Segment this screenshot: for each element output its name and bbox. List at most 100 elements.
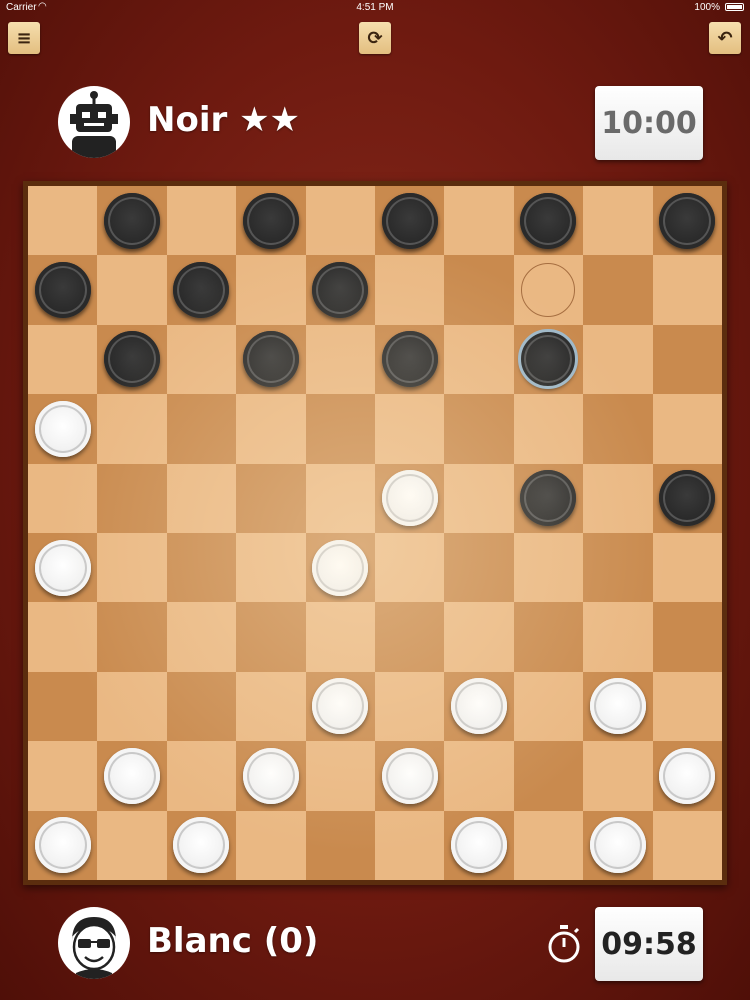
white-piece[interactable] (34, 817, 91, 874)
board-square[interactable] (375, 533, 445, 603)
board-square[interactable] (583, 533, 653, 603)
white-piece[interactable] (173, 817, 230, 874)
board-square[interactable] (236, 463, 306, 533)
board-square[interactable] (444, 394, 514, 464)
board-square[interactable] (166, 324, 237, 395)
board-square[interactable] (97, 602, 167, 672)
board-square[interactable] (166, 671, 237, 742)
board-square[interactable] (28, 463, 98, 533)
board-square[interactable] (236, 741, 306, 811)
white-piece[interactable] (104, 747, 161, 804)
board-square[interactable] (305, 255, 375, 325)
board-square[interactable] (444, 255, 514, 325)
white-piece[interactable] (589, 678, 646, 735)
black-piece[interactable] (520, 192, 577, 249)
board-square[interactable] (444, 602, 514, 672)
board-square[interactable] (513, 255, 584, 325)
board-square[interactable] (97, 324, 167, 395)
board-square[interactable] (375, 463, 445, 533)
white-piece[interactable] (451, 678, 508, 735)
board-square[interactable] (652, 741, 722, 811)
board-square[interactable] (652, 394, 722, 464)
board-square[interactable] (513, 324, 584, 395)
board-square[interactable] (28, 533, 98, 603)
black-piece[interactable] (34, 262, 91, 319)
black-piece[interactable] (173, 262, 230, 319)
board-square[interactable] (28, 741, 98, 811)
board-square[interactable] (97, 741, 167, 811)
white-piece[interactable] (312, 678, 369, 735)
board-square[interactable] (166, 394, 237, 464)
board-square[interactable] (513, 810, 584, 880)
board-square[interactable] (583, 602, 653, 672)
board-square[interactable] (305, 810, 375, 880)
restart-button[interactable]: ⟳ (359, 22, 391, 54)
white-piece[interactable] (312, 539, 369, 596)
selected-black-piece[interactable] (518, 329, 579, 390)
black-piece[interactable] (242, 331, 299, 388)
board-square[interactable] (375, 324, 445, 395)
board-square[interactable] (583, 255, 653, 325)
board-square[interactable] (28, 671, 98, 742)
board-square[interactable] (652, 255, 722, 325)
board-square[interactable] (236, 255, 306, 325)
board-square[interactable] (652, 671, 722, 742)
board-square[interactable] (166, 810, 237, 880)
black-piece[interactable] (104, 192, 161, 249)
board-square[interactable] (305, 463, 375, 533)
board-square[interactable] (236, 394, 306, 464)
black-piece[interactable] (520, 470, 577, 527)
white-piece[interactable] (381, 470, 438, 527)
board-square[interactable] (583, 394, 653, 464)
board-square[interactable] (375, 394, 445, 464)
board-square[interactable] (583, 186, 653, 256)
board-square[interactable] (583, 671, 653, 742)
black-piece[interactable] (104, 331, 161, 388)
white-piece[interactable] (451, 817, 508, 874)
board-square[interactable] (97, 255, 167, 325)
board-square[interactable] (652, 602, 722, 672)
board-square[interactable] (444, 741, 514, 811)
board-square[interactable] (97, 394, 167, 464)
board-square[interactable] (652, 324, 722, 395)
menu-button[interactable]: ≡ (8, 22, 40, 54)
board-square[interactable] (28, 186, 98, 256)
board-square[interactable] (375, 810, 445, 880)
board-square[interactable] (97, 671, 167, 742)
board-square[interactable] (28, 324, 98, 395)
board-square[interactable] (28, 810, 98, 880)
black-piece[interactable] (659, 470, 716, 527)
board-square[interactable] (97, 533, 167, 603)
board-square[interactable] (166, 602, 237, 672)
white-piece[interactable] (34, 539, 91, 596)
board-square[interactable] (513, 533, 584, 603)
board-square[interactable] (513, 463, 584, 533)
black-piece[interactable] (381, 192, 438, 249)
board-square[interactable] (236, 533, 306, 603)
board-square[interactable] (583, 463, 653, 533)
board-square[interactable] (513, 394, 584, 464)
board-square[interactable] (444, 324, 514, 395)
board-square[interactable] (305, 324, 375, 395)
board-square[interactable] (236, 602, 306, 672)
board-square[interactable] (652, 533, 722, 603)
board-square[interactable] (97, 463, 167, 533)
board-square[interactable] (166, 255, 237, 325)
board-square[interactable] (513, 186, 584, 256)
board-square[interactable] (375, 602, 445, 672)
checkers-board[interactable] (28, 186, 722, 880)
white-piece[interactable] (659, 747, 716, 804)
board-square[interactable] (513, 602, 584, 672)
board-square[interactable] (583, 741, 653, 811)
board-square[interactable] (236, 671, 306, 742)
board-square[interactable] (375, 671, 445, 742)
board-square[interactable] (28, 255, 98, 325)
board-square[interactable] (166, 741, 237, 811)
black-piece[interactable] (381, 331, 438, 388)
board-square[interactable] (305, 741, 375, 811)
board-square[interactable] (444, 463, 514, 533)
board-square[interactable] (375, 186, 445, 256)
board-square[interactable] (166, 463, 237, 533)
white-piece[interactable] (381, 747, 438, 804)
board-square[interactable] (166, 533, 237, 603)
